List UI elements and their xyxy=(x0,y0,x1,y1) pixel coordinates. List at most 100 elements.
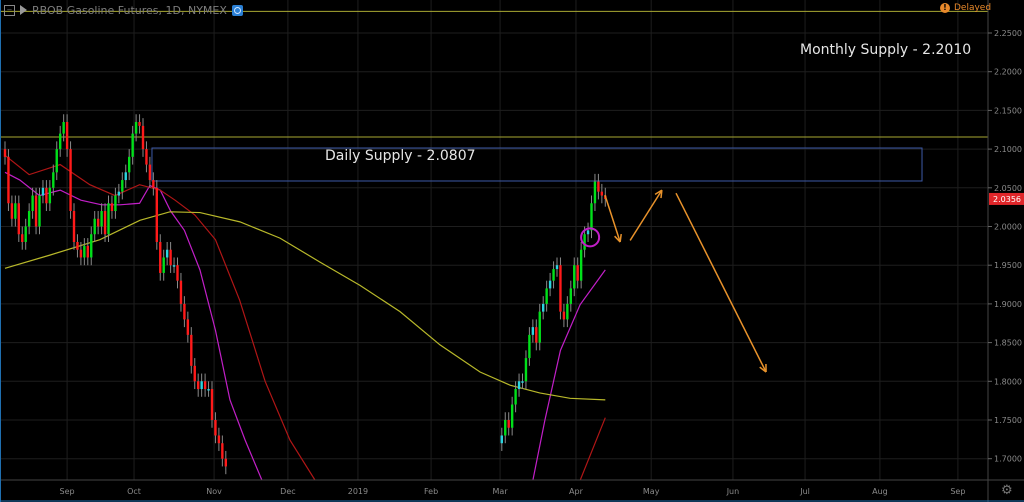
candle-up xyxy=(62,122,65,134)
gear-icon[interactable]: ⚙ xyxy=(1001,484,1013,498)
candle-down xyxy=(69,149,72,212)
candle-up xyxy=(552,269,555,281)
candle-up xyxy=(510,404,514,428)
exclamation-icon: ! xyxy=(940,3,950,13)
candle-down xyxy=(197,381,200,390)
candle-down xyxy=(10,203,14,219)
settings-icon[interactable] xyxy=(231,4,243,16)
candle-down xyxy=(148,164,152,181)
candle-down xyxy=(190,334,193,366)
daily-supply-label: Daily Supply - 2.0807 xyxy=(325,148,476,164)
candle-down xyxy=(169,249,172,266)
arrow-head xyxy=(619,233,622,243)
y-tick-label: 1.7500 xyxy=(994,416,1022,425)
daily-supply-zone xyxy=(151,147,923,182)
candle-down xyxy=(65,122,69,150)
candle-down xyxy=(110,203,114,212)
candle-up xyxy=(590,203,593,231)
candle-up xyxy=(128,156,131,173)
candle-up xyxy=(573,265,576,289)
candle-down xyxy=(76,241,79,250)
price-axis[interactable]: 2.2500 2.2000 2.1500 2.1000 2.0500 2.0000 1.95… xyxy=(988,29,1024,464)
candle-down xyxy=(138,122,141,126)
candle-up xyxy=(52,172,55,188)
candle-up xyxy=(124,172,127,181)
candle-up xyxy=(121,180,124,192)
candle-up xyxy=(59,133,62,150)
candle-down xyxy=(17,203,20,235)
candle-up xyxy=(165,249,169,258)
candle-up xyxy=(593,181,597,204)
grid xyxy=(0,0,988,480)
y-tick-label: 2.2500 xyxy=(994,29,1022,38)
candle-down xyxy=(224,458,227,467)
candle-up xyxy=(555,265,559,270)
candle-down xyxy=(559,265,562,312)
candle-up xyxy=(83,245,86,258)
x-tick-label: Dec xyxy=(280,487,295,496)
price-chart[interactable]: 2.2500 2.2000 2.1500 2.1000 2.0500 2.0000 1.95… xyxy=(0,0,1024,502)
candle-up xyxy=(48,187,52,204)
candle-up xyxy=(517,381,521,390)
candle-up xyxy=(548,280,552,289)
candle-up xyxy=(566,303,569,320)
x-tick-label: Aug xyxy=(872,487,888,496)
candle-down xyxy=(79,249,83,258)
x-tick-label: Apr xyxy=(569,487,584,496)
candle-up xyxy=(579,249,583,281)
candle-up xyxy=(531,327,535,335)
flag-icon[interactable] xyxy=(20,5,27,15)
candle-down xyxy=(193,365,196,382)
candle-up xyxy=(31,195,34,212)
x-tick-label: May xyxy=(643,487,660,496)
candle-up xyxy=(134,122,138,134)
x-tick-label: Sep xyxy=(60,487,75,496)
candle-down xyxy=(562,311,566,320)
x-tick-label: Feb xyxy=(424,487,438,496)
candle-down xyxy=(141,125,145,150)
symbol-title[interactable]: RBOB Gasoline Futures, 1D, NYMEX xyxy=(32,4,227,17)
candle-up xyxy=(521,381,524,383)
candle-up xyxy=(90,234,93,258)
candle-up xyxy=(538,311,541,343)
chart-header: − RBOB Gasoline Futures, 1D, NYMEX xyxy=(4,2,243,18)
candle-down xyxy=(45,187,48,204)
candle-up xyxy=(528,334,531,359)
candle-up xyxy=(100,211,103,227)
candle-down xyxy=(600,191,604,196)
delayed-label: Delayed xyxy=(954,3,992,13)
y-tick-label: 1.8000 xyxy=(994,377,1022,386)
candle-down xyxy=(103,211,107,235)
candle-up xyxy=(93,218,96,235)
collapse-icon[interactable]: − xyxy=(4,4,15,16)
candle-up xyxy=(24,226,27,242)
candle-down xyxy=(203,381,207,390)
x-tick-label: Mar xyxy=(493,487,509,496)
candle-up xyxy=(41,187,45,196)
candle-down xyxy=(72,211,76,242)
y-tick-label: 2.0000 xyxy=(994,223,1022,232)
y-tick-label: 2.2000 xyxy=(994,68,1022,77)
time-axis[interactable]: Sep Oct Nov Dec 2019 Feb Mar Apr May Jun Jul Aug Sep xyxy=(60,487,966,496)
candle-down xyxy=(179,280,183,304)
arrow-head xyxy=(660,190,663,199)
ma-mid-line xyxy=(4,154,316,480)
y-tick-label: 1.7000 xyxy=(994,455,1022,464)
candle-down xyxy=(152,180,155,188)
y-tick-label: 2.1500 xyxy=(994,106,1022,115)
candle-down xyxy=(3,149,7,157)
candle-down xyxy=(145,149,148,165)
candle-up xyxy=(545,288,548,304)
candle-up xyxy=(542,303,545,312)
candle-down xyxy=(535,327,538,343)
projection-arrow xyxy=(604,194,621,243)
candle-up xyxy=(583,234,586,250)
x-tick-label: Jul xyxy=(799,487,810,496)
candle-up xyxy=(500,435,503,444)
y-tick-label: 2.0500 xyxy=(994,184,1022,193)
delayed-badge[interactable]: ! Delayed xyxy=(940,3,991,13)
candle-down xyxy=(214,420,217,436)
candle-up xyxy=(107,203,110,235)
last-price-label: 2.0356 xyxy=(993,195,1021,204)
projection-arrow xyxy=(675,192,767,373)
